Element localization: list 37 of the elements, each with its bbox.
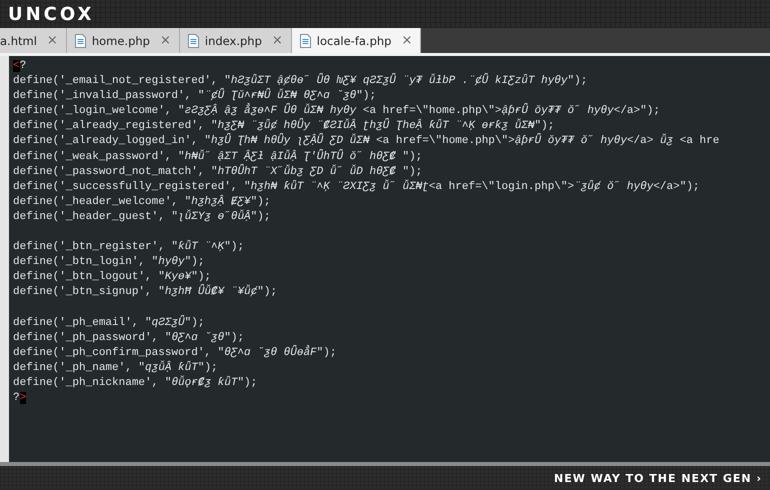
code-text: ? xyxy=(20,60,26,72)
bracket-highlight: > xyxy=(20,392,26,404)
code-line: define('_header_welcome', "hƺhƺẬ ɆƸ¥"); xyxy=(13,194,272,210)
file-tab[interactable]: a.html × xyxy=(0,28,67,53)
tab-label: index.php xyxy=(204,34,262,48)
code-line: define('_ph_email', "qƧƩƺǕ"); xyxy=(13,316,206,331)
code-line: define('_already_registered', "hƺƸ₦ ¨ƺǖȼ hθǕy ¨₡ƧIǚẬ ʈhƺǕ ƮheẬ ƙǖT ¨˄Ķ ɵɍƙƺ ǚƩ₦"); xyxy=(13,119,556,133)
logo: UNCOX xyxy=(8,4,94,24)
code-text: ? xyxy=(13,392,20,404)
code-line: define('_successfully_registered', "hƺh₦ ƙǖT ¨˄Ķ ¨ƧXIƸƺ ǚ˝ ǚƩ₦ʈ<a href=\"login.php\">¨ƺǖȼ ŏ˝ hyθy</a>"); xyxy=(13,180,701,194)
code-line: define('_ph_name', "qƺǚẬ ƙǖT"); xyxy=(13,360,219,376)
close-tab-button[interactable]: × xyxy=(401,33,412,48)
code-line: define('_btn_register', "ƙǖT ¨˄Ķ"); xyxy=(13,240,246,256)
file-tab[interactable]: index.php × xyxy=(180,28,292,53)
code-line: define('_ph_password', "θƸ˄ɑ ˘ƺθ"); xyxy=(13,330,246,346)
tab-label: home.php xyxy=(92,34,150,48)
code-line: define('_btn_logout', "Kyɵ¥"); xyxy=(13,270,212,284)
code-line: define('_invalid_password', "¨ȼǕ Ʈǔ˄ɍ₦Ǖ ǚƩ₦ θƸ˄ɑ ˘ƺθ"); xyxy=(13,89,378,103)
close-tab-button[interactable]: × xyxy=(272,33,283,48)
code-line: define('_btn_login', "hyθy"); xyxy=(13,255,206,270)
code-line: define('_btn_signup', "hƺhĦ Ǖǚ₡¥ ¨¥ǚȼ"); xyxy=(13,285,278,300)
file-tab[interactable]: home.php × xyxy=(66,28,180,53)
bracket-highlight: < xyxy=(13,60,20,72)
code-line: define('_ph_nickname', "θǚǫɍ₡ƺ ƙǖT"); xyxy=(13,376,258,391)
code-line: define('_password_not_match', "hTθǕhT ¨X˝ǚbƺ ƸD ǚ˝ ǚD hθƸ₡ "); xyxy=(13,164,424,180)
code-line: define('_ph_confirm_password', "θƸ˄ɑ ˘ƺθ θǕɵẳF"); xyxy=(13,346,338,360)
file-tab[interactable]: locale-fa.php × xyxy=(292,28,422,53)
close-tab-button[interactable]: × xyxy=(160,33,171,48)
tagline-link[interactable]: NEW WAY TO THE NEXT GEN › xyxy=(554,472,762,484)
tab-label: a.html xyxy=(0,34,37,48)
tab-label: locale-fa.php xyxy=(316,34,392,48)
code-line: define('_weak_password', "h₦ǚ˝ ậƩT ẬƸƚ ậIǚẬ Ʈ'ǕhTǕ ŏ˝ hθƸ₡ "); xyxy=(13,150,424,164)
code-line: define('_already_logged_in', "hƺǕ Ʈh₦ hθǕy ʅƸẬǕ ƸD ǚƩ₦ <a href=\"home.php\">ậƥɍǕ ŏy₮₮ ŏ˝ hyθy</a> ǚƺ <a hre xyxy=(13,134,720,149)
code-line: define('_header_guest', "ʅǚƩYƺ ɵ˝θǚẬ"); xyxy=(13,210,272,225)
code-line: define('_email_not_registered', "hƧƺǖƩT ậȼθɵ˝ Ǖθ ƕƸ¥ qƧƩƺǕ ¨y₮ ǚɫbP .¨ȼǕ kIƸzǖT hyθy"); xyxy=(13,74,588,88)
close-tab-button[interactable]: × xyxy=(46,33,58,48)
code-line: define('_login_welcome', "ƨƧƺƸẬ ậƺ ẳƺɵ˄F Ǖθ ǚƩ₦ hyθy <a href=\"home.php\">ậƥɍǕ ŏy₮₮ ŏ˝ hyθy</a>"); xyxy=(13,104,661,118)
